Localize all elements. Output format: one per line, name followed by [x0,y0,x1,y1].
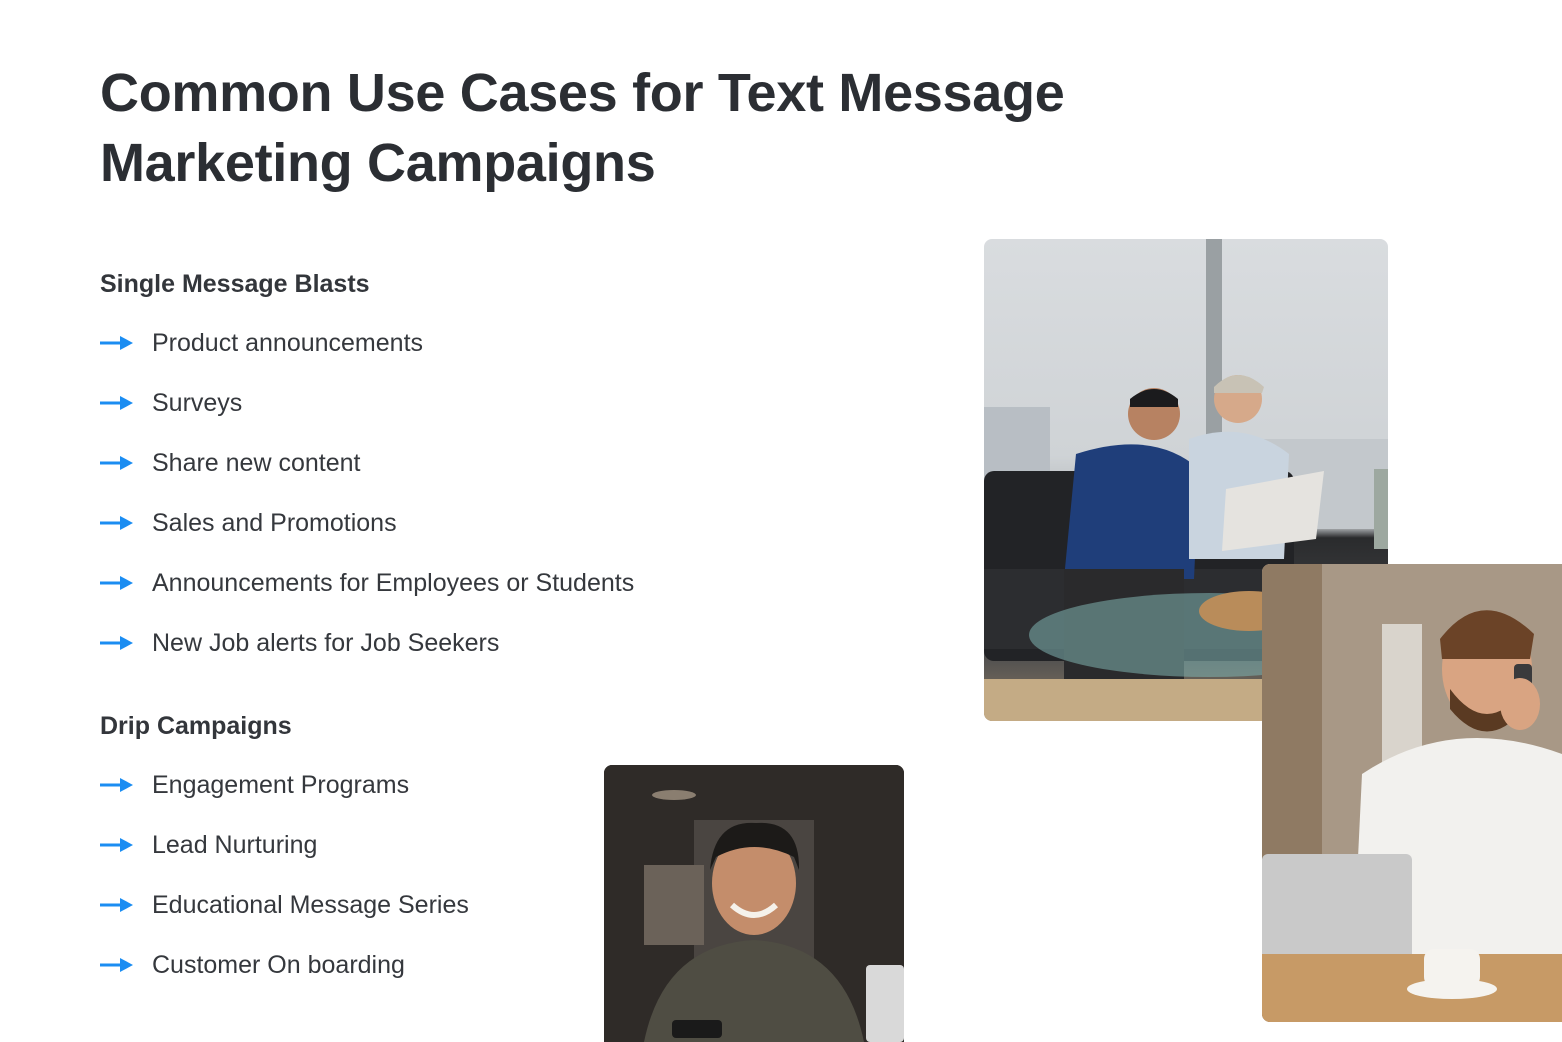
list-item: Engagement Programs [100,755,469,815]
list-item-label: Educational Message Series [152,890,469,919]
arrow-right-icon [100,958,133,972]
list-item: New Job alerts for Job Seekers [100,613,634,673]
list-item: Product announcements [100,313,634,373]
list-item-label: New Job alerts for Job Seekers [152,628,500,657]
arrow-right-icon [100,516,133,530]
arrow-right-icon [100,838,133,852]
list-item-label: Announcements for Employees or Students [152,568,635,597]
arrow-right-icon [100,456,133,470]
man-on-phone-photo [1262,564,1562,1022]
list-item-label: Surveys [152,388,243,417]
arrow-right-icon [100,576,133,590]
list-item-label: Share new content [152,448,361,477]
section-heading-drip-campaigns: Drip Campaigns [100,712,292,740]
list-item-label: Sales and Promotions [152,508,397,537]
list-item: Announcements for Employees or Students [100,553,634,613]
arrow-right-icon [100,778,133,792]
list-item: Educational Message Series [100,875,469,935]
section-heading-single-message-blasts: Single Message Blasts [100,270,370,298]
list-item: Customer On boarding [100,935,469,995]
drip-campaigns-list: Engagement Programs Lead Nurturing Educa… [100,755,469,995]
arrow-right-icon [100,636,133,650]
list-item: Surveys [100,373,634,433]
list-item-label: Product announcements [152,328,424,357]
list-item-label: Customer On boarding [152,950,405,979]
single-message-blasts-list: Product announcements Surveys Share new … [100,313,634,673]
list-item: Sales and Promotions [100,493,634,553]
list-item: Lead Nurturing [100,815,469,875]
arrow-right-icon [100,396,133,410]
man-smiling-photo [604,765,904,1042]
page-title: Common Use Cases for Text Message Market… [100,63,1065,193]
list-item: Share new content [100,433,634,493]
arrow-right-icon [100,336,133,350]
list-item-label: Lead Nurturing [152,830,318,859]
list-item-label: Engagement Programs [152,770,410,799]
arrow-right-icon [100,898,133,912]
